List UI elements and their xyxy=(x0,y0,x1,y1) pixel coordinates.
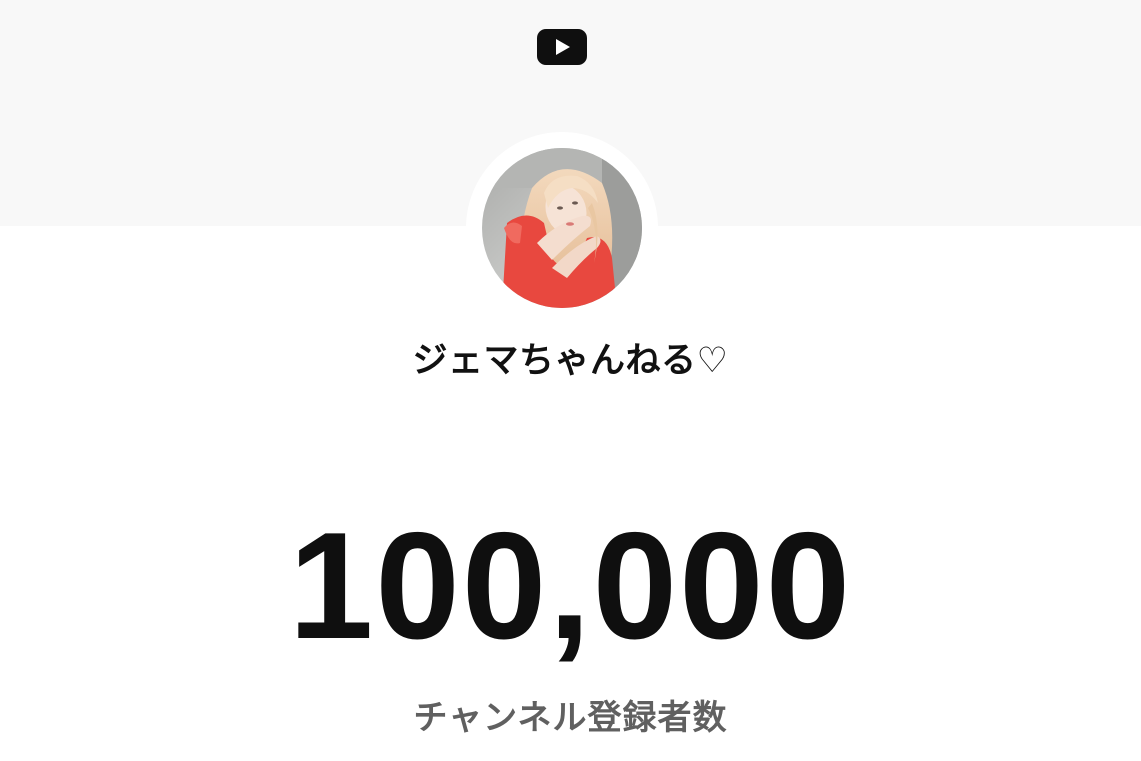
youtube-logo-icon[interactable] xyxy=(537,29,587,65)
channel-name[interactable]: ジェマちゃんねる♡ xyxy=(0,332,1141,383)
avatar-image xyxy=(482,148,642,308)
channel-avatar[interactable] xyxy=(482,148,642,308)
subscriber-label: チャンネル登録者数 xyxy=(413,698,728,738)
subscriber-count: 100,000 xyxy=(288,501,853,671)
